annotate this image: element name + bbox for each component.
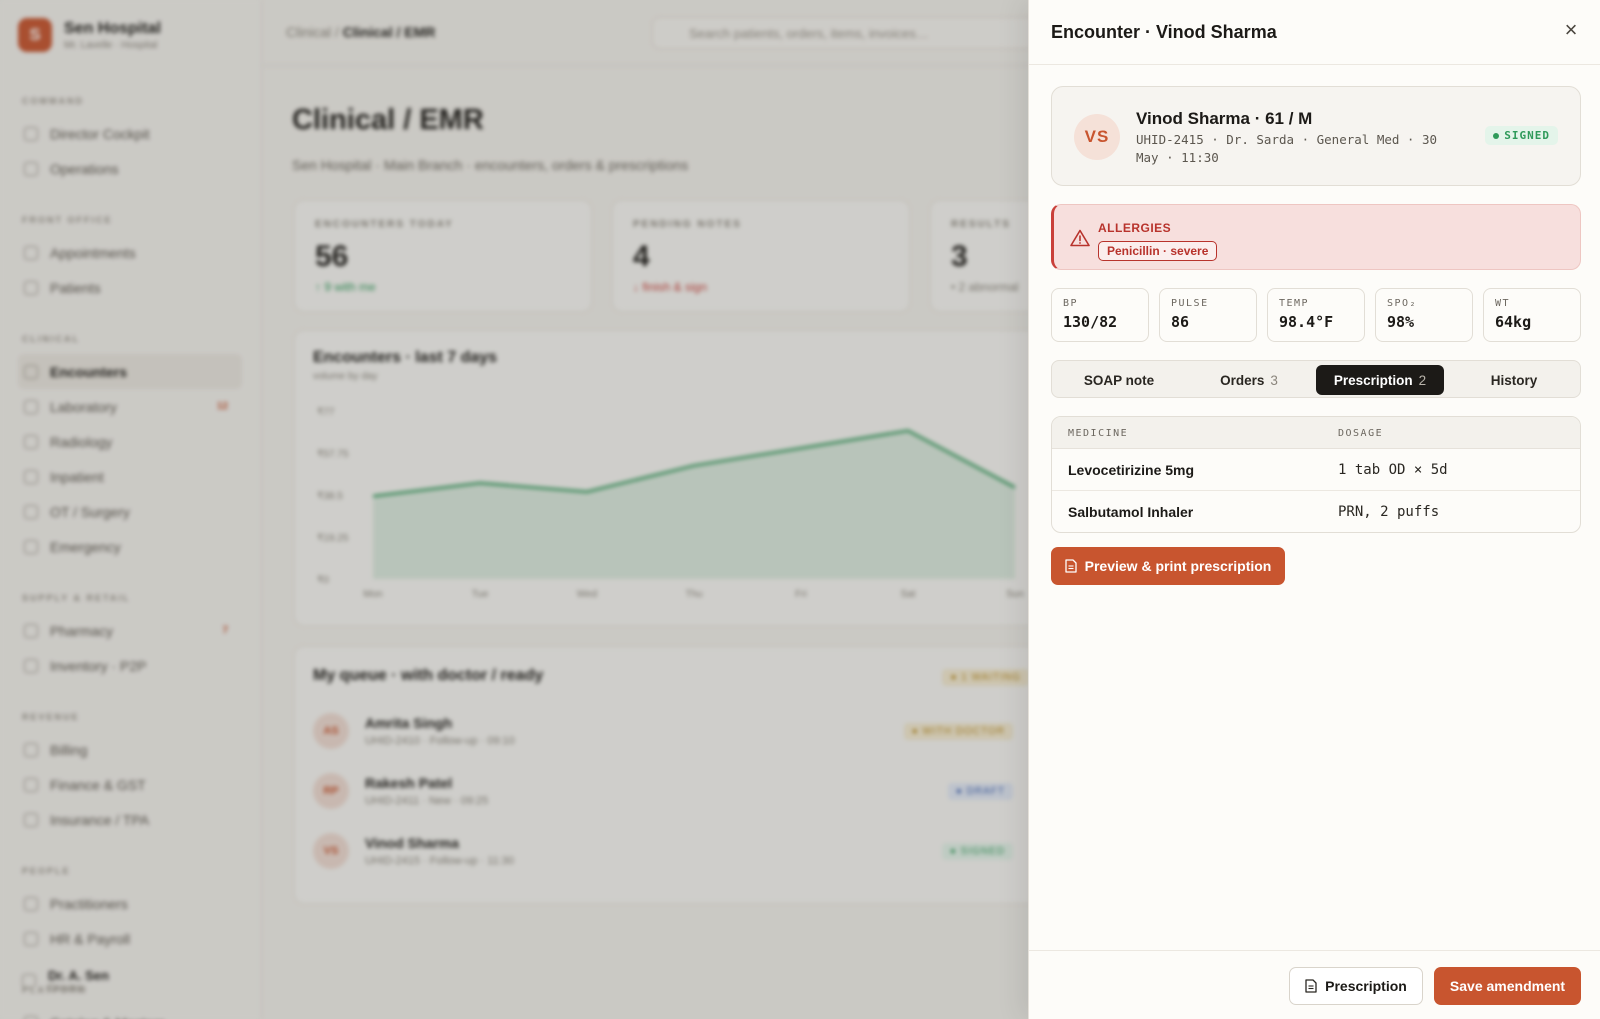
vital-value: 86 — [1171, 313, 1190, 331]
document-icon — [1305, 979, 1317, 993]
warning-icon — [1070, 229, 1090, 247]
prescription-table: MEDICINE DOSAGE Levocetirizine 5mg 1 tab… — [1051, 416, 1581, 533]
save-amendment-button[interactable]: Save amendment — [1434, 967, 1581, 1005]
status-badge: SIGNED — [1485, 126, 1558, 145]
tab-count: 2 — [1418, 372, 1427, 388]
vital-value: 64kg — [1495, 313, 1532, 331]
encounter-tabs: SOAP note Orders 3 Prescription 2 Histor… — [1051, 360, 1581, 398]
document-icon — [1064, 559, 1077, 573]
vital-value: 98% — [1387, 313, 1415, 331]
drawer-footer: Prescription Save amendment — [1029, 950, 1600, 1019]
medicine-dosage: PRN, 2 puffs — [1338, 504, 1440, 520]
status-badge-label: SIGNED — [1504, 129, 1550, 142]
tab-label: Prescription — [1333, 372, 1413, 388]
tab-history[interactable]: History — [1450, 365, 1578, 395]
tab-label: History — [1490, 372, 1538, 388]
status-dot-icon — [1493, 132, 1500, 139]
medicine-dosage: 1 tab OD × 5d — [1338, 462, 1448, 478]
vital-value: 98.4°F — [1279, 313, 1334, 331]
button-label: Preview & print prescription — [1084, 558, 1272, 574]
vital-label: PULSE — [1171, 298, 1209, 309]
column-header-dosage: DOSAGE — [1338, 428, 1384, 439]
vital-spo2: SPO₂ 98% — [1375, 288, 1473, 342]
encounter-drawer: Encounter · Vinod Sharma × VS Vinod Shar… — [1028, 0, 1600, 1019]
prescription-button[interactable]: Prescription — [1289, 967, 1423, 1005]
vital-bp: BP 130/82 — [1051, 288, 1149, 342]
vital-weight: WT 64kg — [1483, 288, 1581, 342]
allergy-alert: ALLERGIES Penicillin · severe — [1051, 204, 1581, 270]
table-header: MEDICINE DOSAGE — [1052, 417, 1580, 449]
tab-prescription[interactable]: Prescription 2 — [1316, 365, 1444, 395]
patient-meta: UHID-2415 · Dr. Sarda · General Med · 30… — [1136, 132, 1438, 165]
vital-label: WT — [1495, 298, 1511, 309]
medicine-name: Levocetirizine 5mg — [1068, 462, 1195, 478]
patient-name: Vinod Sharma · 61 / M — [1136, 109, 1313, 128]
tab-count: 3 — [1270, 372, 1278, 388]
preview-print-prescription-button[interactable]: Preview & print prescription — [1051, 547, 1285, 585]
vital-label: SPO₂ — [1387, 298, 1418, 309]
tab-orders[interactable]: Orders 3 — [1186, 365, 1312, 395]
table-row[interactable]: Salbutamol Inhaler PRN, 2 puffs — [1052, 491, 1580, 532]
medicine-name: Salbutamol Inhaler — [1068, 504, 1194, 520]
vital-label: BP — [1063, 298, 1079, 309]
vital-temp: TEMP 98.4°F — [1267, 288, 1365, 342]
allergy-label: ALLERGIES — [1098, 221, 1172, 235]
tab-label: SOAP note — [1083, 372, 1155, 388]
tab-soap-note[interactable]: SOAP note — [1056, 365, 1182, 395]
vitals-row: BP 130/82 PULSE 86 TEMP 98.4°F SPO₂ 98% … — [1051, 288, 1581, 342]
vital-value: 130/82 — [1063, 313, 1118, 331]
vital-pulse: PULSE 86 — [1159, 288, 1257, 342]
table-row[interactable]: Levocetirizine 5mg 1 tab OD × 5d — [1052, 449, 1580, 491]
close-icon[interactable]: × — [1560, 19, 1582, 42]
vital-label: TEMP — [1279, 298, 1310, 309]
column-header-medicine: MEDICINE — [1068, 428, 1129, 439]
button-label: Prescription — [1325, 978, 1407, 994]
drawer-title: Encounter · Vinod Sharma — [1051, 22, 1277, 42]
patient-card: VS Vinod Sharma · 61 / M UHID-2415 · Dr.… — [1051, 86, 1581, 186]
allergy-tag: Penicillin · severe — [1098, 241, 1218, 261]
tab-label: Orders — [1220, 372, 1265, 388]
avatar: VS — [1074, 114, 1120, 160]
drawer-header: Encounter · Vinod Sharma × — [1029, 0, 1600, 65]
